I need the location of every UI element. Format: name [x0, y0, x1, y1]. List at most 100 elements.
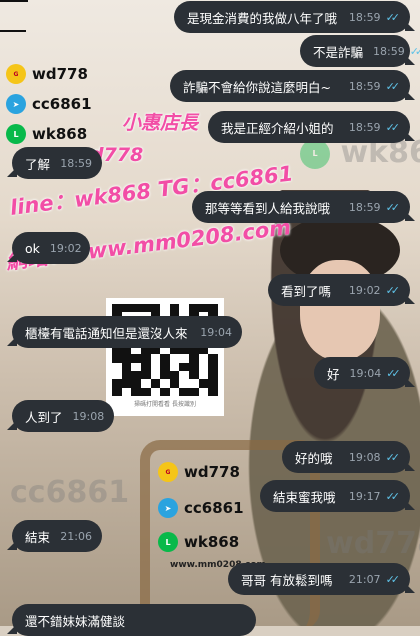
outgoing-message[interactable]: 不是詐騙 18:59 ✓✓: [300, 35, 420, 67]
message-time: 19:08: [348, 450, 381, 464]
outgoing-message[interactable]: 看到了嗎 19:02 ✓✓: [268, 274, 410, 306]
qr-module: [131, 362, 141, 371]
qr-module: [189, 354, 199, 363]
qr-module: [198, 379, 209, 388]
message-text: 結束蜜我哦: [273, 489, 336, 505]
qr-module: [179, 387, 190, 396]
contact-text: cc6861: [184, 499, 244, 517]
qr-module: [198, 362, 209, 371]
qr-module: [150, 387, 161, 396]
qr-module: [169, 387, 180, 396]
read-check-icon: ✓✓: [385, 450, 401, 464]
qr-module: [140, 362, 151, 371]
qr-module: [112, 370, 122, 380]
line-icon: L: [6, 124, 26, 144]
outgoing-message[interactable]: 結束蜜我哦 19:17 ✓✓: [260, 480, 410, 512]
contact-wd-2: G wd778: [158, 462, 240, 482]
qr-module: [208, 354, 218, 363]
qr-module: [131, 354, 141, 363]
outgoing-message[interactable]: 我是正經介紹小姐的 18:59 ✓✓: [208, 111, 410, 143]
qr-module: [121, 362, 132, 371]
qr-module: [160, 379, 170, 388]
message-time: 19:17: [348, 489, 381, 503]
message-text: 人到了: [25, 409, 63, 425]
read-check-icon: ✓✓: [409, 44, 420, 58]
qr-module: [140, 354, 151, 363]
qr-module: [198, 370, 209, 380]
qr-module: [150, 379, 161, 388]
gocash-icon: G: [6, 64, 26, 84]
message-text: 了解: [25, 156, 51, 172]
qr-module: [112, 387, 122, 396]
outgoing-message[interactable]: 哥哥 有放鬆到嗎 21:07 ✓✓: [228, 563, 410, 595]
qr-module: [160, 387, 170, 396]
line-icon: L: [158, 532, 178, 552]
qr-module: [160, 362, 170, 371]
outgoing-message[interactable]: 詐騙不會給你說這麼明白~ 18:59 ✓✓: [170, 70, 410, 102]
message-text: 我是正經介紹小姐的: [221, 120, 334, 136]
outgoing-message[interactable]: 是現金消費的我做八年了哦 18:59 ✓✓: [174, 1, 410, 33]
message-time: 18:59: [373, 44, 405, 58]
qr-module: [150, 370, 161, 380]
contact-line-2: L wk868: [158, 532, 239, 552]
incoming-message[interactable]: 櫃檯有電話通知但是還沒人來 19:04: [12, 316, 242, 348]
qr-module: [112, 354, 122, 363]
qr-module: [169, 354, 180, 363]
incoming-message[interactable]: 結束 21:06: [12, 520, 102, 552]
qr-module: [169, 362, 180, 371]
divider: [0, 0, 28, 2]
message-time: 19:04: [349, 366, 382, 380]
qr-module: [189, 387, 199, 396]
qr-module: [179, 362, 190, 371]
qr-module: [140, 379, 151, 388]
read-check-icon: ✓✓: [385, 283, 401, 297]
qr-module: [160, 354, 170, 363]
contact-text: wk868: [32, 125, 88, 143]
message-time: 21:07: [348, 572, 381, 586]
message-time: 19:02: [49, 241, 82, 255]
qr-module: [121, 354, 132, 363]
divider: [0, 30, 26, 32]
qr-module: [121, 304, 132, 313]
qr-module: [179, 370, 190, 380]
qr-module: [208, 304, 218, 313]
contact-tg: ➤ cc6861: [6, 94, 92, 114]
message-text: 是現金消費的我做八年了哦: [187, 10, 338, 26]
message-time: 21:06: [60, 529, 92, 543]
qr-module: [169, 304, 180, 313]
qr-module: [112, 379, 122, 388]
qr-module: [131, 387, 141, 396]
outgoing-message[interactable]: 好 19:04 ✓✓: [314, 357, 410, 389]
watermark-tg: cc6861: [10, 475, 130, 510]
incoming-message[interactable]: 了解 18:59: [12, 147, 102, 179]
incoming-message[interactable]: 人到了 19:08: [12, 400, 114, 432]
qr-module: [208, 387, 218, 396]
message-time: 18:59: [348, 79, 381, 93]
promo-shop: 小惠店長: [122, 112, 199, 134]
qr-module: [160, 304, 170, 313]
contact-text: wd778: [32, 65, 88, 83]
qr-module: [189, 362, 199, 371]
read-check-icon: ✓✓: [385, 120, 401, 134]
qr-module: [150, 362, 161, 371]
message-text: 還不錯妹妹滿健談: [25, 613, 126, 629]
incoming-message[interactable]: ok 19:02: [12, 232, 90, 264]
message-time: 19:08: [72, 409, 105, 423]
message-text: 好: [327, 366, 340, 382]
message-text: 不是詐騙: [313, 44, 364, 60]
message-text: 櫃檯有電話通知但是還沒人來: [25, 325, 188, 341]
contact-tg-2: ➤ cc6861: [158, 498, 244, 518]
outgoing-message[interactable]: 那等等看到人給我說哦 18:59 ✓✓: [192, 191, 410, 223]
qr-module: [121, 387, 132, 396]
message-text: 看到了嗎: [281, 283, 332, 299]
qr-module: [169, 379, 180, 388]
message-text: 結束: [25, 529, 51, 545]
qr-module: [208, 362, 218, 371]
qr-module: [150, 304, 161, 313]
message-time: 19:04: [200, 325, 232, 339]
qr-module: [131, 304, 141, 313]
qr-module: [179, 304, 190, 313]
incoming-message[interactable]: 還不錯妹妹滿健談: [12, 604, 256, 636]
outgoing-message[interactable]: 好的哦 19:08 ✓✓: [282, 441, 410, 473]
gocash-icon: G: [158, 462, 178, 482]
